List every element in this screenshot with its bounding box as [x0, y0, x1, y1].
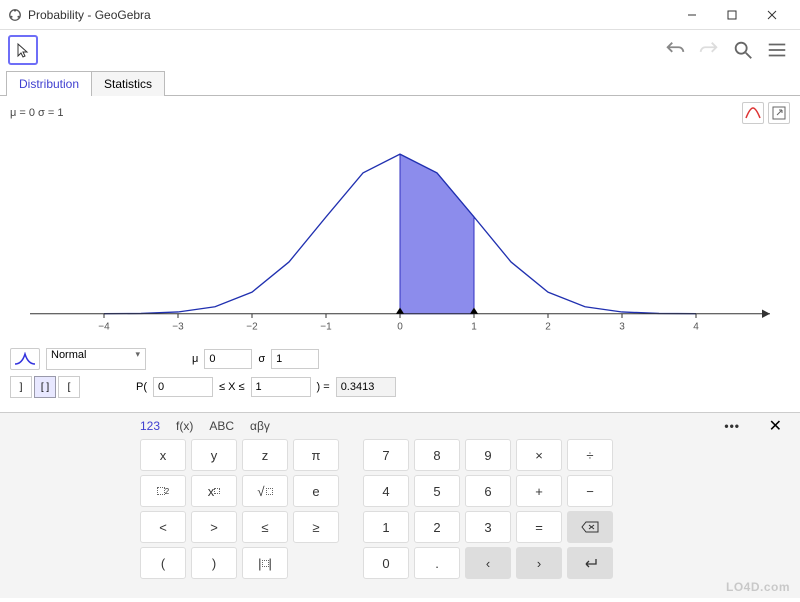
key-9[interactable]: 9 — [465, 439, 511, 471]
prob-suffix: ) = — [317, 381, 330, 393]
svg-text:3: 3 — [619, 321, 625, 332]
key-)[interactable]: ) — [191, 547, 237, 579]
key-.[interactable]: . — [414, 547, 460, 579]
svg-text:−1: −1 — [320, 321, 332, 332]
keyboard-more-button[interactable]: ••• — [724, 419, 740, 433]
keyboard-close-button[interactable]: ✕ — [769, 416, 782, 436]
key-3[interactable]: 3 — [465, 511, 511, 543]
key-z[interactable]: z — [242, 439, 288, 471]
two-sided-interval-button[interactable]: [ ] — [34, 376, 56, 398]
key-×[interactable]: × — [516, 439, 562, 471]
mu-input[interactable]: 0 — [204, 349, 252, 369]
key-0[interactable]: 0 — [363, 547, 409, 579]
svg-text:−3: −3 — [172, 321, 184, 332]
window-titlebar: Probability - GeoGebra — [0, 0, 800, 30]
view-tabs: Distribution Statistics — [0, 70, 800, 96]
redo-button[interactable] — [694, 35, 724, 65]
distribution-select[interactable]: Normal — [46, 348, 146, 370]
key-1[interactable]: 1 — [363, 511, 409, 543]
parameters-summary-row: μ = 0 σ = 1 — [0, 96, 800, 130]
left-sided-interval-button[interactable]: [ — [58, 376, 80, 398]
key-−[interactable]: − — [567, 475, 613, 507]
keyboard-tab-greek[interactable]: αβγ — [250, 419, 270, 433]
search-button[interactable] — [728, 35, 758, 65]
keyboard-tab-abc[interactable]: ABC — [209, 419, 234, 433]
sigma-input[interactable]: 1 — [271, 349, 319, 369]
distribution-chart: −4 −3 −2 −1 0 1 2 3 4 — [0, 130, 800, 340]
key-↵[interactable] — [567, 547, 613, 579]
window-close-button[interactable] — [752, 1, 792, 29]
key-≥[interactable]: ≥ — [293, 511, 339, 543]
window-minimize-button[interactable] — [672, 1, 712, 29]
window-title: Probability - GeoGebra — [28, 8, 151, 22]
sigma-label: σ — [258, 353, 265, 365]
key-2[interactable]: 2 — [414, 511, 460, 543]
key-+[interactable]: + — [516, 475, 562, 507]
key-›[interactable]: › — [516, 547, 562, 579]
key-√▫[interactable]: √ — [242, 475, 288, 507]
key->[interactable]: > — [191, 511, 237, 543]
probability-result: 0.3413 — [336, 377, 396, 397]
key-x▫[interactable]: x — [191, 475, 237, 507]
key-e[interactable]: e — [293, 475, 339, 507]
svg-text:0: 0 — [397, 321, 403, 332]
keyboard-tab-functions[interactable]: f(x) — [176, 419, 193, 433]
key-6[interactable]: 6 — [465, 475, 511, 507]
key-≤[interactable]: ≤ — [242, 511, 288, 543]
svg-text:−4: −4 — [98, 321, 110, 332]
svg-text:2: 2 — [545, 321, 551, 332]
move-tool-button[interactable] — [8, 35, 38, 65]
key-y[interactable]: y — [191, 439, 237, 471]
window-maximize-button[interactable] — [712, 1, 752, 29]
key-([interactable]: ( — [140, 547, 186, 579]
tab-distribution[interactable]: Distribution — [6, 71, 92, 96]
app-icon — [8, 8, 22, 22]
distribution-shape-button[interactable] — [10, 348, 40, 370]
main-toolbar — [0, 30, 800, 70]
key-7[interactable]: 7 — [363, 439, 409, 471]
svg-text:4: 4 — [693, 321, 699, 332]
key-x[interactable]: x — [140, 439, 186, 471]
key-÷[interactable]: ÷ — [567, 439, 613, 471]
prob-prefix: P( — [136, 381, 147, 393]
key-4[interactable]: 4 — [363, 475, 409, 507]
export-view-button[interactable] — [768, 102, 790, 124]
key-|▫|[interactable]: || — [242, 547, 288, 579]
watermark: LO4D.com — [726, 580, 790, 594]
keyboard-tab-numeric[interactable]: 123 — [140, 419, 160, 433]
svg-text:1: 1 — [471, 321, 477, 332]
key-5[interactable]: 5 — [414, 475, 460, 507]
key-=[interactable]: = — [516, 511, 562, 543]
upper-bound-input[interactable]: 1 — [251, 377, 311, 397]
tab-statistics[interactable]: Statistics — [91, 71, 165, 96]
toggle-curve-button[interactable] — [742, 102, 764, 124]
svg-text:−2: −2 — [246, 321, 258, 332]
interval-type-buttons: ] [ ] [ — [10, 376, 80, 398]
lower-bound-input[interactable]: 0 — [153, 377, 213, 397]
mu-label: μ — [192, 353, 198, 365]
right-sided-interval-button[interactable]: ] — [10, 376, 32, 398]
key-‹[interactable]: ‹ — [465, 547, 511, 579]
parameters-summary: μ = 0 σ = 1 — [10, 107, 64, 119]
virtual-keyboard: 123 f(x) ABC αβγ ••• ✕ xyzπ789×÷2x√e456+… — [0, 412, 800, 598]
key-<[interactable]: < — [140, 511, 186, 543]
prob-relation: ≤ X ≤ — [219, 381, 245, 393]
menu-button[interactable] — [762, 35, 792, 65]
key-π[interactable]: π — [293, 439, 339, 471]
undo-button[interactable] — [660, 35, 690, 65]
key-8[interactable]: 8 — [414, 439, 460, 471]
key-▫²[interactable]: 2 — [140, 475, 186, 507]
key-⌫[interactable] — [567, 511, 613, 543]
distribution-controls: Normal μ 0 σ 1 ] [ ] [ P( 0 ≤ X ≤ 1 ) = … — [0, 340, 800, 412]
